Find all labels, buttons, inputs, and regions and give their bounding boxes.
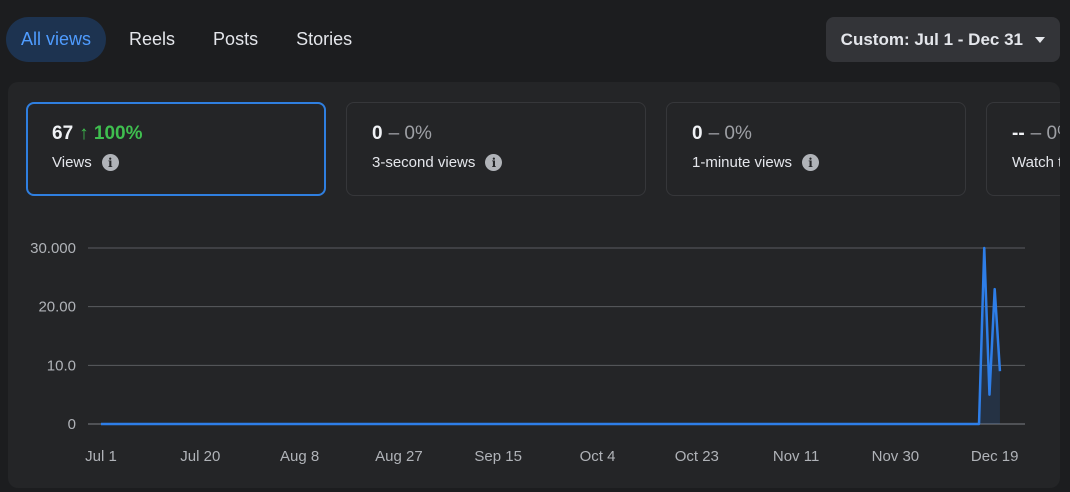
date-range-button[interactable]: Custom: Jul 1 - Dec 31	[825, 17, 1060, 62]
y-tick-label: 0	[68, 416, 76, 433]
x-tick-label: Nov 11	[773, 448, 819, 465]
metric-value: 0	[692, 123, 703, 144]
metric-change: – 0%	[708, 123, 752, 144]
arrow-up-icon: ↑	[79, 123, 89, 144]
x-tick-label: Aug 27	[375, 448, 423, 465]
x-tick-label: Sep 15	[474, 448, 522, 465]
x-tick-label: Dec 19	[971, 448, 1019, 465]
views-line-chart: 0 10.0 20.00 30.000 Jul 1 Jul 20 Aug 8 Aug 27 S…	[30, 240, 1025, 465]
metric-card-views[interactable]: 67 ↑ 100% Views i	[26, 102, 326, 196]
x-axis: Jul 1 Jul 20 Aug 8 Aug 27 Sep 15 Oct 4 Oct 23 N…	[85, 448, 1018, 465]
y-tick-label: 20.00	[38, 299, 76, 316]
tab-all-views[interactable]: All views	[6, 17, 107, 62]
chart-series	[100, 246, 1002, 426]
tab-posts[interactable]: Posts	[198, 17, 273, 62]
info-icon[interactable]: i	[485, 154, 503, 171]
tab-reels[interactable]: Reels	[114, 17, 190, 62]
metric-card-3-second-views[interactable]: 0 – 0% 3-second views i	[346, 102, 646, 196]
metric-label: Views	[52, 154, 92, 171]
metric-value: --	[1012, 123, 1025, 144]
caret-down-icon	[1035, 36, 1045, 43]
y-tick-label: 10.0	[47, 357, 76, 374]
metric-change-value: 100%	[93, 123, 143, 144]
info-icon[interactable]: i	[802, 154, 820, 171]
x-tick-label: Jul 20	[180, 448, 220, 465]
x-tick-label: Aug 8	[280, 448, 319, 465]
y-tick-label: 30.000	[30, 240, 76, 257]
x-tick-label: Jul 1	[85, 448, 117, 465]
tab-stories[interactable]: Stories	[281, 17, 367, 62]
metric-card-1-minute-views[interactable]: 0 – 0% 1-minute views i	[666, 102, 966, 196]
x-tick-label: Oct 23	[675, 448, 719, 465]
series-line	[101, 246, 1002, 426]
x-tick-label: Oct 4	[580, 448, 616, 465]
chart-grid	[88, 247, 1025, 425]
metric-label: 3-second views	[372, 154, 476, 171]
metric-change: – 0%	[1030, 123, 1060, 144]
metric-card-watch-time[interactable]: -- – 0% Watch time i	[986, 102, 1060, 196]
metric-value: 0	[372, 123, 383, 144]
date-range-label: Custom: Jul 1 - Dec 31	[840, 29, 1023, 49]
metric-change: – 0%	[388, 123, 432, 144]
metric-label: Watch time	[1012, 154, 1060, 171]
metric-change: ↑ 100%	[79, 123, 142, 145]
metric-label: 1-minute views	[692, 154, 793, 171]
metric-value: 67	[52, 123, 74, 144]
info-icon[interactable]: i	[101, 154, 119, 171]
y-axis: 0 10.0 20.00 30.000	[30, 240, 76, 433]
view-type-tabs: All views Reels Posts Stories	[6, 17, 375, 62]
x-tick-label: Nov 30	[872, 448, 920, 465]
insights-panel: 67 ↑ 100% Views i 0 – 0% 3-second views …	[8, 82, 1060, 488]
series-area	[101, 248, 1000, 424]
